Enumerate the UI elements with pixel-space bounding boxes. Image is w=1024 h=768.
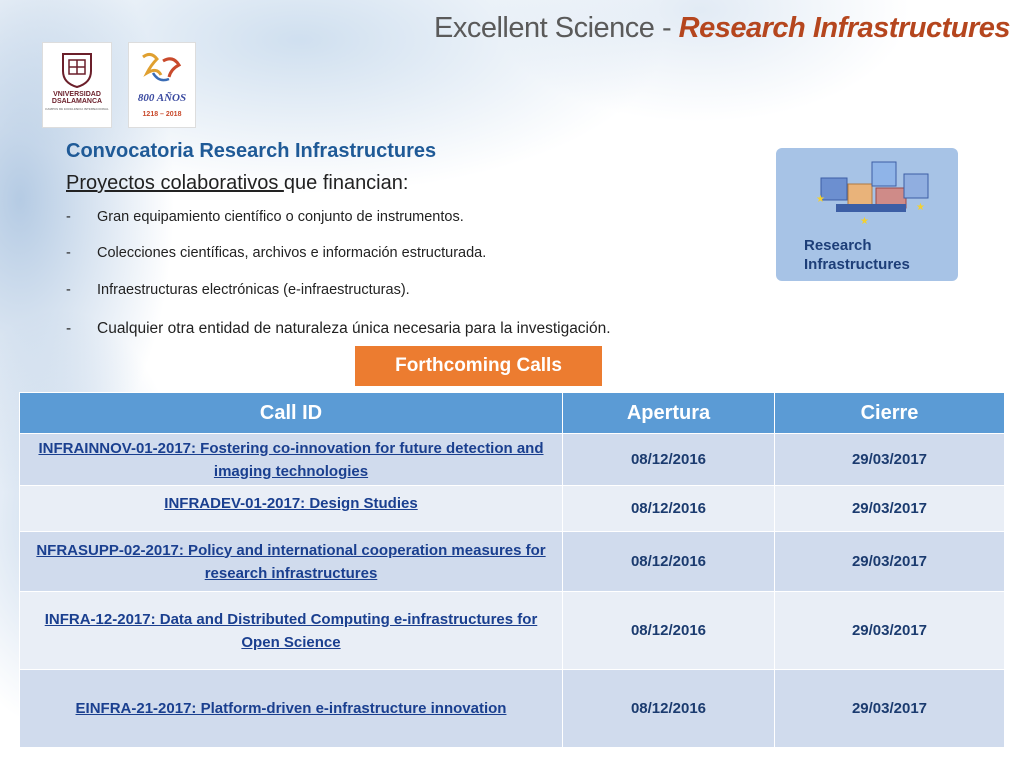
svg-text:★: ★ — [860, 216, 869, 227]
bullet-item: - Gran equipamiento científico o conjunto… — [66, 209, 464, 225]
svg-text:800 AÑOS: 800 AÑOS — [138, 92, 186, 104]
call-id-cell: INFRADEV-01-2017: Design Studies — [19, 485, 563, 532]
page-title-prefix: Excellent Science - — [434, 12, 679, 44]
calls-table: Call ID Apertura Cierre INFRAINNOV-01-20… — [19, 392, 1005, 748]
anniversary-logo: 800 AÑOS 1218 – 2018 — [128, 42, 196, 128]
bullet-item: - Colecciones científicas, archivos e inf… — [66, 245, 486, 261]
table-header-row: Call ID Apertura Cierre — [19, 392, 1005, 434]
forthcoming-calls-button[interactable]: Forthcoming Calls — [355, 346, 602, 386]
table-row: INFRADEV-01-2017: Design Studies 08/12/2… — [19, 485, 1005, 532]
bullet-text: Gran equipamiento científico o conjunto … — [97, 209, 464, 225]
apertura-cell: 08/12/2016 — [562, 669, 775, 748]
call-id-cell: EINFRA-21-2017: Platform-driven e-infras… — [19, 669, 563, 748]
table-row: EINFRA-21-2017: Platform-driven e-infras… — [19, 669, 1005, 748]
bullet-item: - Cualquier otra entidad de naturaleza ún… — [66, 320, 611, 338]
ri-caption-line1: Research — [804, 237, 872, 254]
bullet-item: - Infraestructuras electrónicas (e-infrae… — [66, 282, 410, 298]
call-id-link[interactable]: INFRAINNOV-01-2017: Fostering co-innovat… — [38, 440, 543, 480]
cubes-icon: ★ ★ ★ — [816, 161, 929, 227]
cierre-cell: 29/03/2017 — [774, 485, 1005, 532]
bullet-dash: - — [66, 282, 71, 298]
call-subheading: Proyectos colaborativos que financian: — [66, 172, 408, 195]
anniversary-800-icon: 800 AÑOS 1218 – 2018 — [138, 52, 186, 118]
subheading-rest: que financian: — [283, 172, 409, 194]
call-id-link[interactable]: NFRASUPP-02-2017: Policy and internation… — [36, 542, 545, 582]
table-row: INFRA-12-2017: Data and Distributed Comp… — [19, 591, 1005, 670]
apertura-cell: 08/12/2016 — [562, 433, 775, 486]
ri-caption-line2: Infrastructures — [804, 256, 910, 273]
subheading-underlined: Proyectos colaborativos — [66, 172, 284, 194]
svg-text:★: ★ — [816, 194, 825, 205]
svg-text:★: ★ — [916, 202, 925, 213]
page-title: Excellent Science - Research Infrastruct… — [434, 12, 1011, 45]
table-row: INFRAINNOV-01-2017: Fostering co-innovat… — [19, 433, 1005, 486]
university-name-line1: VNIVERSIDAD — [53, 91, 101, 98]
cierre-cell: 29/03/2017 — [774, 591, 1005, 670]
cierre-cell: 29/03/2017 — [774, 669, 1005, 748]
column-header-call-id[interactable]: Call ID — [19, 392, 563, 434]
university-crest-icon — [62, 53, 92, 89]
table-row: NFRASUPP-02-2017: Policy and internation… — [19, 531, 1005, 592]
apertura-cell: 08/12/2016 — [562, 531, 775, 592]
university-logo: VNIVERSIDAD DSALAMANCA CAMPUS DE EXCELEN… — [42, 42, 112, 128]
bullet-dash: - — [66, 320, 72, 337]
bullet-text: Colecciones científicas, archivos e info… — [97, 245, 487, 261]
bullet-dash: - — [66, 245, 71, 261]
cierre-cell: 29/03/2017 — [774, 433, 1005, 486]
university-tagline: CAMPUS DE EXCELENCIA INTERNACIONAL — [45, 107, 109, 111]
call-id-link[interactable]: EINFRA-21-2017: Platform-driven e-infras… — [76, 700, 507, 717]
call-heading: Convocatoria Research Infrastructures — [66, 140, 437, 162]
ri-image-caption: Research Infrastructures — [804, 236, 910, 274]
page-title-accent: Research Infrastructures — [678, 12, 1011, 44]
university-name-line2: DSALAMANCA — [51, 98, 103, 105]
column-header-cierre[interactable]: Cierre — [774, 392, 1005, 434]
bullet-dash: - — [66, 209, 71, 225]
bullet-text: Cualquier otra entidad de naturaleza úni… — [97, 320, 611, 337]
svg-text:1218 – 2018: 1218 – 2018 — [143, 111, 182, 118]
call-id-cell: INFRA-12-2017: Data and Distributed Comp… — [19, 591, 563, 670]
research-infrastructures-image: ★ ★ ★ Research Infrastructures — [776, 148, 958, 281]
call-id-link[interactable]: INFRA-12-2017: Data and Distributed Comp… — [45, 611, 538, 651]
call-id-cell: INFRAINNOV-01-2017: Fostering co-innovat… — [19, 433, 563, 486]
apertura-cell: 08/12/2016 — [562, 591, 775, 670]
call-id-link[interactable]: INFRADEV-01-2017: Design Studies — [164, 495, 417, 512]
cierre-cell: 29/03/2017 — [774, 531, 1005, 592]
bullet-text: Infraestructuras electrónicas (e-infraes… — [97, 282, 410, 298]
column-header-apertura[interactable]: Apertura — [562, 392, 775, 434]
call-id-cell: NFRASUPP-02-2017: Policy and internation… — [19, 531, 563, 592]
apertura-cell: 08/12/2016 — [562, 485, 775, 532]
